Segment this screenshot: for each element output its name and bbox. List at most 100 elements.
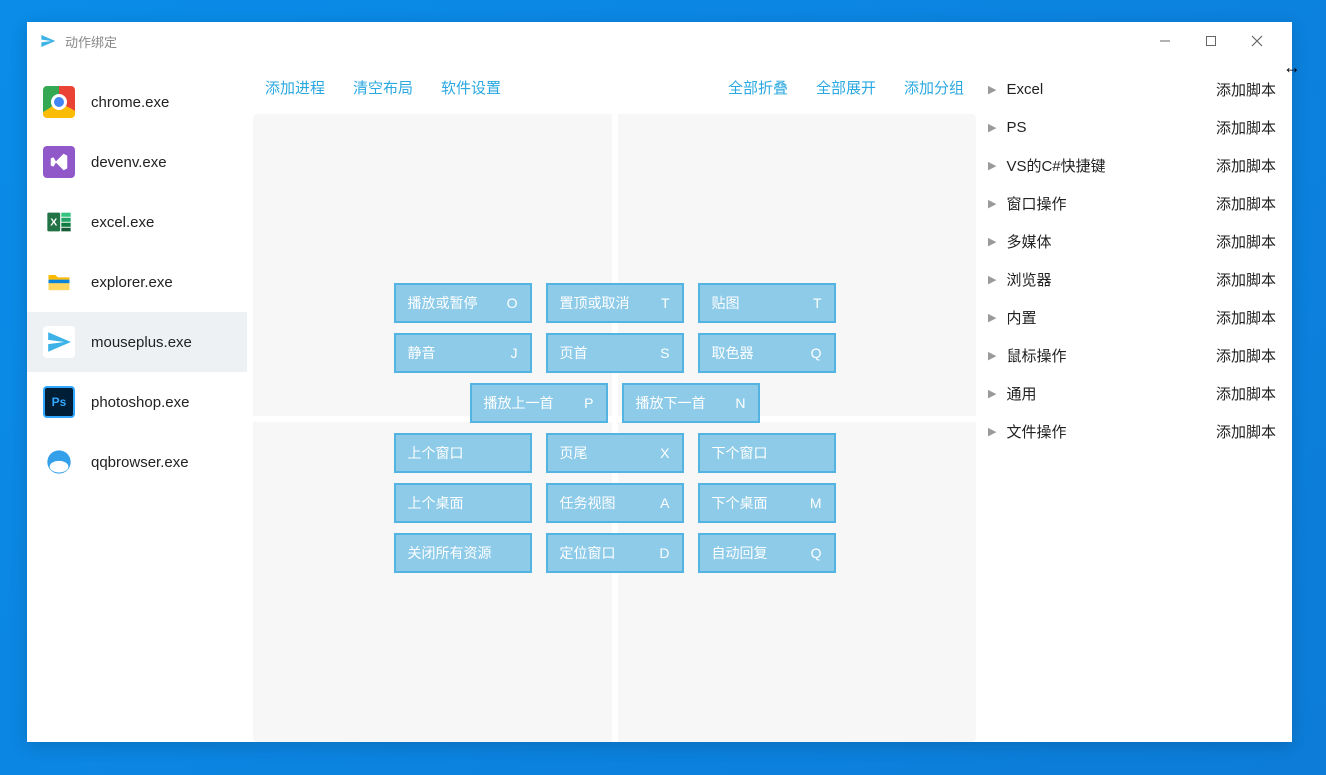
action-tile[interactable]: 置顶或取消T (546, 283, 684, 323)
expand-triangle-icon: ▶ (988, 311, 996, 324)
sidebar-item-label: devenv.exe (91, 154, 167, 171)
action-label: 任务视图 (560, 493, 616, 513)
action-label: 贴图 (712, 293, 740, 313)
maximize-button[interactable] (1188, 26, 1234, 56)
collapse-all-link[interactable]: 全部折叠 (728, 77, 788, 98)
expand-triangle-icon: ▶ (988, 349, 996, 362)
script-groups-panel: ▶Excel添加脚本▶PS添加脚本▶VS的C#快捷键添加脚本▶窗口操作添加脚本▶… (982, 60, 1292, 742)
action-tile[interactable]: 下个桌面M (698, 483, 836, 523)
group-row[interactable]: ▶内置添加脚本 (988, 298, 1276, 336)
action-key: P (584, 395, 593, 411)
group-row[interactable]: ▶ 多媒体 添加脚本 (988, 222, 1276, 260)
action-tile[interactable]: 播放上一首P (470, 383, 608, 423)
add-script-link[interactable]: 添加脚本 (1216, 269, 1276, 290)
add-script-link[interactable]: 添加脚本 (1216, 307, 1276, 328)
action-tile[interactable]: 定位窗口 D (546, 533, 684, 573)
group-row[interactable]: ▶Excel添加脚本 (988, 70, 1276, 108)
expand-all-link[interactable]: 全部展开 (816, 77, 876, 98)
expand-triangle-icon: ▶ (988, 235, 996, 248)
action-tile[interactable]: 上个桌面 (394, 483, 532, 523)
action-tile[interactable]: 取色器Q (698, 333, 836, 373)
action-row: 上个桌面 任务视图A 下个桌面M (394, 483, 836, 523)
action-key: J (511, 345, 518, 361)
sidebar-item-explorer[interactable]: explorer.exe (27, 252, 247, 312)
qqbrowser-icon (43, 446, 75, 478)
action-tile[interactable]: 上个窗口 (394, 433, 532, 473)
add-group-link[interactable]: 添加分组 (904, 77, 964, 98)
action-key: Q (811, 545, 822, 561)
sidebar-item-label: explorer.exe (91, 274, 173, 291)
group-label: 窗口操作 (1006, 193, 1066, 214)
add-script-link[interactable]: 添加脚本 (1216, 421, 1276, 442)
mouseplus-icon (43, 326, 75, 358)
action-key: T (661, 295, 670, 311)
window-title: 动作绑定 (65, 32, 117, 51)
group-row[interactable]: ▶文件操作添加脚本 (988, 412, 1276, 450)
action-label: 下个窗口 (712, 443, 768, 463)
expand-triangle-icon: ▶ (988, 197, 996, 210)
add-script-link[interactable]: 添加脚本 (1216, 383, 1276, 404)
action-tile[interactable]: 自动回复Q (698, 533, 836, 573)
action-tile[interactable]: 页尾X (546, 433, 684, 473)
sidebar-item-label: photoshop.exe (91, 394, 189, 411)
action-key: O (507, 295, 518, 311)
action-row: 关闭所有资源 定位窗口 D 自动回复Q (394, 533, 836, 573)
action-tile[interactable]: 贴图T (698, 283, 836, 323)
add-script-link[interactable]: 添加脚本 (1216, 231, 1276, 252)
expand-triangle-icon: ▶ (988, 273, 996, 286)
group-row[interactable]: ▶VS的C#快捷键添加脚本 (988, 146, 1276, 184)
group-row[interactable]: ▶ 窗口操作 添加脚本 (988, 184, 1276, 222)
sidebar-item-devenv[interactable]: devenv.exe (27, 132, 247, 192)
group-row[interactable]: ▶浏览器添加脚本 (988, 260, 1276, 298)
action-tile[interactable]: 下个窗口 (698, 433, 836, 473)
action-label: 定位窗口 (560, 543, 616, 563)
action-label: 下个桌面 (712, 493, 768, 513)
window-controls (1142, 26, 1280, 56)
visualstudio-icon (43, 146, 75, 178)
sidebar-item-mouseplus[interactable]: mouseplus.exe (27, 312, 247, 372)
expand-triangle-icon: ▶ (988, 387, 996, 400)
action-tile[interactable]: 关闭所有资源 (394, 533, 532, 573)
action-row: 静音J 页首S 取色器Q (394, 333, 836, 373)
add-script-link[interactable]: 添加脚本 (1216, 117, 1276, 138)
explorer-icon (43, 266, 75, 298)
gesture-canvas[interactable]: 播放或暂停O置顶或取消T贴图T静音J页首S取色器Q播放上一首P播放下一首N上个窗… (253, 114, 976, 742)
action-tile[interactable]: 播放或暂停 O (394, 283, 532, 323)
titlebar: 动作绑定 (27, 22, 1292, 60)
action-tile[interactable]: 页首S (546, 333, 684, 373)
sidebar-item-chrome[interactable]: chrome.exe (27, 72, 247, 132)
clear-layout-link[interactable]: 清空布局 (353, 77, 413, 98)
add-script-link[interactable]: 添加脚本 (1216, 79, 1276, 100)
action-tile[interactable]: 静音J (394, 333, 532, 373)
expand-triangle-icon: ▶ (988, 121, 996, 134)
group-row[interactable]: ▶PS添加脚本 (988, 108, 1276, 146)
action-key: Q (811, 345, 822, 361)
action-key: D (659, 545, 669, 561)
sidebar-item-photoshop[interactable]: Ps photoshop.exe (27, 372, 247, 432)
main-area: 添加进程 清空布局 软件设置 全部折叠 全部展开 添加分组 播放或暂停 O 置顶或取… (247, 60, 982, 742)
software-settings-link[interactable]: 软件设置 (441, 77, 501, 98)
action-tile[interactable]: 任务视图A (546, 483, 684, 523)
toolbar: 添加进程 清空布局 软件设置 全部折叠 全部展开 添加分组 (253, 60, 976, 114)
sidebar-item-label: excel.exe (91, 214, 154, 231)
minimize-button[interactable] (1142, 26, 1188, 56)
action-label: 关闭所有资源 (408, 543, 492, 563)
action-label: 播放或暂停 (408, 293, 478, 313)
photoshop-icon: Ps (43, 386, 75, 418)
group-row[interactable]: ▶鼠标操作添加脚本 (988, 336, 1276, 374)
action-label: 上个桌面 (408, 493, 464, 513)
close-button[interactable] (1234, 26, 1280, 56)
action-label: 页首 (560, 343, 588, 363)
group-row[interactable]: ▶通用添加脚本 (988, 374, 1276, 412)
add-script-link[interactable]: 添加脚本 (1216, 155, 1276, 176)
action-key: N (735, 395, 745, 411)
add-process-link[interactable]: 添加进程 (265, 77, 325, 98)
group-label: 多媒体 (1006, 231, 1051, 252)
sidebar-item-label: qqbrowser.exe (91, 454, 189, 471)
group-label: VS的C#快捷键 (1006, 155, 1105, 176)
sidebar-item-qqbrowser[interactable]: qqbrowser.exe (27, 432, 247, 492)
add-script-link[interactable]: 添加脚本 (1216, 345, 1276, 366)
action-tile[interactable]: 播放下一首N (622, 383, 760, 423)
add-script-link[interactable]: 添加脚本 (1216, 193, 1276, 214)
sidebar-item-excel[interactable]: X excel.exe (27, 192, 247, 252)
